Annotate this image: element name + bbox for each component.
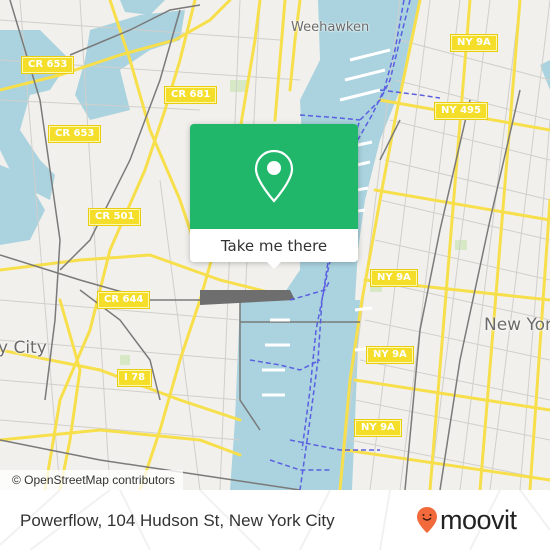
map-pin-icon	[254, 149, 294, 203]
map-attribution[interactable]: © OpenStreetMap contributors	[0, 470, 183, 490]
road-shield-cr501: CR 501	[89, 209, 141, 225]
road-shield-cr653: CR 653	[49, 126, 101, 142]
popup-pointer	[266, 261, 282, 269]
road-shield-cr644: CR 644	[98, 292, 150, 308]
take-me-there-button[interactable]: Take me there	[190, 229, 358, 262]
road-shield-ny495: NY 495	[435, 103, 487, 119]
popup-header	[190, 124, 358, 229]
moovit-logo[interactable]: moovit	[416, 505, 517, 535]
hudson-river-wide	[230, 300, 360, 490]
place-label-weehawken: Weehawken	[291, 20, 370, 35]
place-label-new-york: New York	[484, 315, 550, 335]
destination-address: Powerflow, 104 Hudson St, New York City	[20, 511, 335, 530]
road-shield-ny9a: NY 9A	[451, 35, 497, 51]
road-shield-cr681: CR 681	[165, 87, 217, 103]
road-shield-ny9a: NY 9A	[371, 270, 417, 286]
destination-popup: Take me there	[190, 124, 358, 269]
moovit-wordmark: moovit	[440, 505, 517, 535]
road-shield-cr653: CR 653	[22, 57, 74, 73]
footer: Powerflow, 104 Hudson St, New York City …	[0, 490, 550, 550]
place-label-jersey-city: y City	[0, 338, 47, 358]
road-shield-ny9a: NY 9A	[367, 347, 413, 363]
map[interactable]: Weehawken New York y City CR 653 CR 653 …	[0, 0, 550, 490]
moovit-smiley-pin-icon	[417, 507, 437, 533]
road-shield-ny9a: NY 9A	[355, 420, 401, 436]
road-shield-i78: I 78	[118, 370, 152, 386]
